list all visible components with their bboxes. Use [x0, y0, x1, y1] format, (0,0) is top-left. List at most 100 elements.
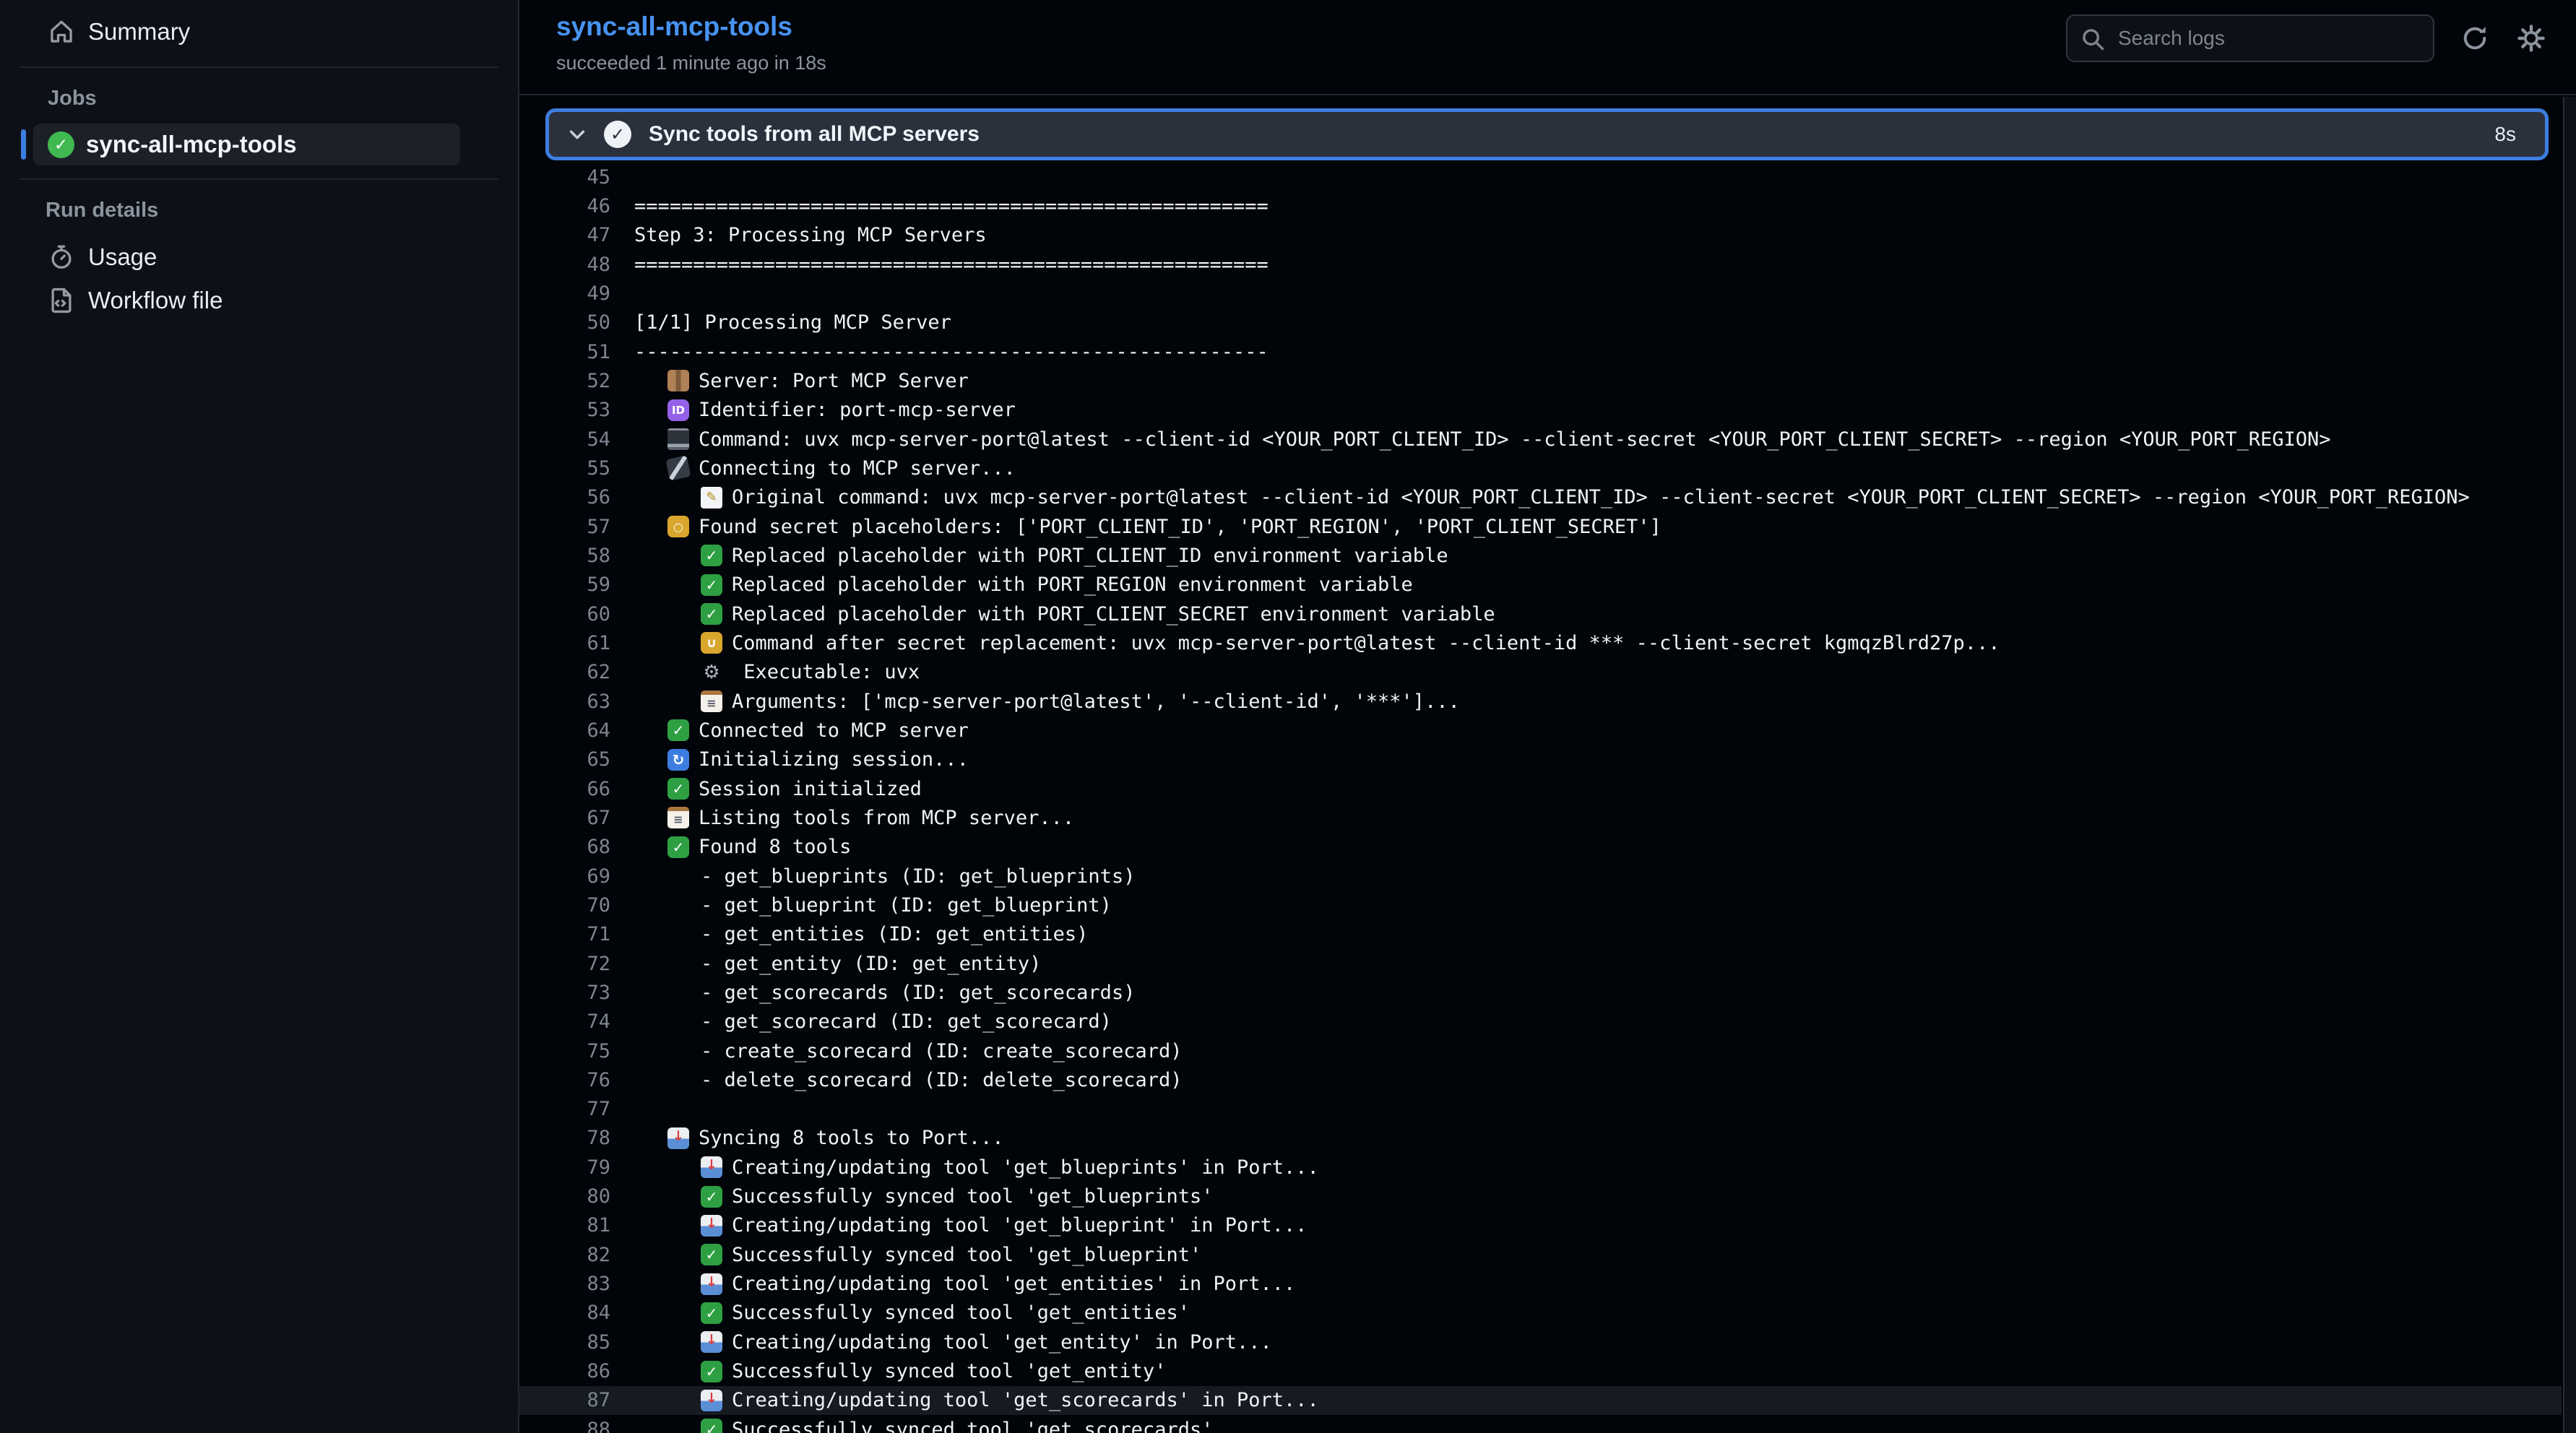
- log-line[interactable]: 63Arguments: ['mcp-server-port@latest', …: [519, 687, 2562, 716]
- line-number[interactable]: 80: [519, 1185, 610, 1208]
- line-number[interactable]: 83: [519, 1273, 610, 1295]
- line-number[interactable]: 79: [519, 1156, 610, 1179]
- line-number[interactable]: 45: [519, 166, 610, 189]
- log-line[interactable]: 69- get_blueprints (ID: get_blueprints): [519, 862, 2562, 891]
- log-line[interactable]: 84Successfully synced tool 'get_entities…: [519, 1299, 2562, 1328]
- line-text: ========================================…: [634, 195, 1268, 217]
- line-text: Successfully synced tool 'get_entity': [732, 1360, 1166, 1382]
- line-number[interactable]: 54: [519, 428, 610, 451]
- log-line[interactable]: 58Replaced placeholder with PORT_CLIENT_…: [519, 541, 2562, 570]
- log-line[interactable]: 60Replaced placeholder with PORT_CLIENT_…: [519, 599, 2562, 628]
- line-number[interactable]: 82: [519, 1244, 610, 1266]
- log-group-header[interactable]: ✓ Sync tools from all MCP servers 8s: [545, 108, 2549, 160]
- line-number[interactable]: 81: [519, 1214, 610, 1237]
- line-number[interactable]: 53: [519, 399, 610, 421]
- log-line[interactable]: 56Original command: uvx mcp-server-port@…: [519, 483, 2562, 512]
- run-title-link[interactable]: sync-all-mcp-tools: [556, 12, 826, 42]
- log-line[interactable]: 76- delete_scorecard (ID: delete_scoreca…: [519, 1065, 2562, 1094]
- log-line[interactable]: 83Creating/updating tool 'get_entities' …: [519, 1269, 2562, 1298]
- sidebar-job-sync-all-mcp-tools[interactable]: ✓ sync-all-mcp-tools: [33, 124, 460, 165]
- line-number[interactable]: 85: [519, 1331, 610, 1354]
- line-number[interactable]: 75: [519, 1040, 610, 1062]
- log-line[interactable]: 64Connected to MCP server: [519, 716, 2562, 745]
- log-line[interactable]: 78Syncing 8 tools to Port...: [519, 1124, 2562, 1153]
- sidebar-item-usage[interactable]: Usage: [12, 235, 506, 279]
- log-line[interactable]: 54Command: uvx mcp-server-port@latest --…: [519, 425, 2562, 454]
- line-number[interactable]: 70: [519, 894, 610, 917]
- line-number[interactable]: 71: [519, 923, 610, 945]
- log-line[interactable]: 73- get_scorecards (ID: get_scorecards): [519, 978, 2562, 1007]
- log-line[interactable]: 52Server: Port MCP Server: [519, 366, 2562, 395]
- line-number[interactable]: 46: [519, 195, 610, 217]
- line-number[interactable]: 73: [519, 982, 610, 1004]
- log-line[interactable]: 66Session initialized: [519, 774, 2562, 803]
- line-number[interactable]: 84: [519, 1302, 610, 1324]
- log-line[interactable]: 59Replaced placeholder with PORT_REGION …: [519, 571, 2562, 599]
- refresh-logs-button[interactable]: [2459, 22, 2491, 54]
- log-line[interactable]: 51--------------------------------------…: [519, 337, 2562, 366]
- log-line[interactable]: 68Found 8 tools: [519, 833, 2562, 862]
- log-line[interactable]: 80Successfully synced tool 'get_blueprin…: [519, 1182, 2562, 1211]
- log-line[interactable]: 77: [519, 1095, 2562, 1124]
- log-scrollbar-gutter[interactable]: [2563, 97, 2576, 1433]
- log-settings-button[interactable]: [2515, 22, 2547, 54]
- log-line[interactable]: 87Creating/updating tool 'get_scorecards…: [519, 1386, 2562, 1415]
- line-number[interactable]: 57: [519, 516, 610, 538]
- log-line[interactable]: 53Identifier: port-mcp-server: [519, 396, 2562, 425]
- log-line[interactable]: 88Successfully synced tool 'get_scorecar…: [519, 1415, 2562, 1433]
- line-number[interactable]: 74: [519, 1010, 610, 1033]
- log-line[interactable]: 49: [519, 279, 2562, 308]
- line-number[interactable]: 58: [519, 545, 610, 567]
- log-line[interactable]: 50[1/1] Processing MCP Server: [519, 308, 2562, 337]
- log-line[interactable]: 71- get_entities (ID: get_entities): [519, 920, 2562, 949]
- line-number[interactable]: 59: [519, 573, 610, 596]
- log-line[interactable]: 65Initializing session...: [519, 745, 2562, 774]
- line-number[interactable]: 77: [519, 1098, 610, 1120]
- log-line[interactable]: 46 ======================================…: [519, 191, 2562, 220]
- log-line[interactable]: 85Creating/updating tool 'get_entity' in…: [519, 1328, 2562, 1356]
- log-line[interactable]: 47Step 3: Processing MCP Servers: [519, 221, 2562, 250]
- log-line[interactable]: 45: [519, 163, 2562, 191]
- log-line[interactable]: 72- get_entity (ID: get_entity): [519, 949, 2562, 978]
- line-number[interactable]: 64: [519, 719, 610, 742]
- line-number[interactable]: 50: [519, 311, 610, 334]
- line-number[interactable]: 68: [519, 836, 610, 858]
- log-line[interactable]: 82Successfully synced tool 'get_blueprin…: [519, 1240, 2562, 1269]
- line-number[interactable]: 55: [519, 457, 610, 480]
- sidebar-item-summary[interactable]: Summary: [12, 10, 506, 53]
- line-number[interactable]: 65: [519, 748, 610, 771]
- log-line[interactable]: 81Creating/updating tool 'get_blueprint'…: [519, 1211, 2562, 1240]
- line-number[interactable]: 72: [519, 953, 610, 975]
- log-line[interactable]: 79Creating/updating tool 'get_blueprints…: [519, 1153, 2562, 1182]
- line-number[interactable]: 52: [519, 370, 610, 392]
- log-line[interactable]: 48======================================…: [519, 250, 2562, 279]
- line-number[interactable]: 47: [519, 224, 610, 246]
- log-line[interactable]: 57Found secret placeholders: ['PORT_CLIE…: [519, 512, 2562, 541]
- line-number[interactable]: 86: [519, 1360, 610, 1382]
- line-number[interactable]: 67: [519, 807, 610, 829]
- line-number[interactable]: 66: [519, 778, 610, 800]
- line-number[interactable]: 76: [519, 1069, 610, 1091]
- line-number[interactable]: 49: [519, 282, 610, 305]
- line-number[interactable]: 60: [519, 603, 610, 625]
- line-number[interactable]: 51: [519, 341, 610, 363]
- line-number[interactable]: 87: [519, 1389, 610, 1411]
- line-number[interactable]: 69: [519, 865, 610, 888]
- log-line[interactable]: 62 Executable: uvx: [519, 658, 2562, 687]
- log-line[interactable]: 67Listing tools from MCP server...: [519, 803, 2562, 832]
- log-line[interactable]: 75- create_scorecard (ID: create_scoreca…: [519, 1036, 2562, 1065]
- log-line[interactable]: 55Connecting to MCP server...: [519, 454, 2562, 482]
- line-number[interactable]: 63: [519, 690, 610, 713]
- sidebar-item-workflow-file[interactable]: Workflow file: [12, 279, 506, 322]
- log-line[interactable]: 86 Successfully synced tool 'get_entity': [519, 1356, 2562, 1385]
- search-logs-input[interactable]: [2067, 16, 2433, 61]
- log-line[interactable]: 61Command after secret replacement: uvx …: [519, 628, 2562, 657]
- log-line[interactable]: 70- get_blueprint (ID: get_blueprint): [519, 891, 2562, 919]
- line-number[interactable]: 62: [519, 661, 610, 683]
- line-number[interactable]: 56: [519, 486, 610, 508]
- line-number[interactable]: 48: [519, 254, 610, 276]
- log-line[interactable]: 74- get_scorecard (ID: get_scorecard): [519, 1008, 2562, 1036]
- line-number[interactable]: 78: [519, 1127, 610, 1149]
- line-number[interactable]: 88: [519, 1419, 610, 1433]
- line-number[interactable]: 61: [519, 632, 610, 654]
